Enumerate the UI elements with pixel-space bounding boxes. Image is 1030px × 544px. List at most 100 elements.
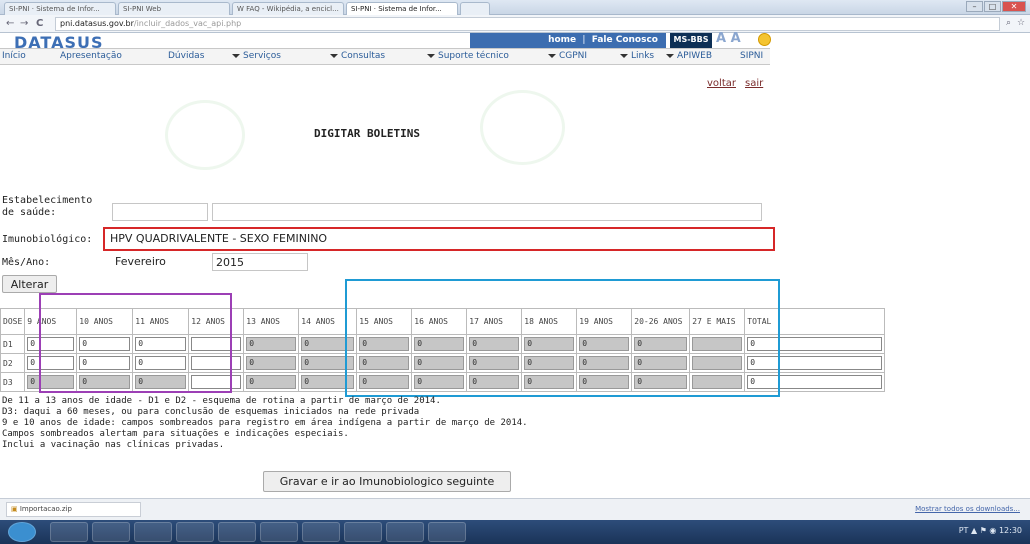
estab-code-field[interactable]: [112, 203, 208, 221]
estab-label-2: de saúde:: [2, 207, 57, 218]
highlight-purple-box: [39, 293, 232, 393]
estab-label: Estabelecimento: [2, 195, 93, 206]
url-path: /incluir_dados_vac_api.php: [133, 19, 242, 28]
menu-item-servicos[interactable]: Serviços: [232, 51, 281, 61]
url-host: pni.datasus.gov.br: [60, 19, 134, 28]
word-taskbar-icon[interactable]: [344, 522, 382, 542]
menu-item-inicio[interactable]: Início: [2, 51, 26, 61]
smiley-icon: [758, 33, 771, 46]
main-menu: Início Apresentação Dúvidas Serviços Con…: [0, 48, 770, 65]
note-line: De 11 a 13 anos de idade - D1 e D2 - esq…: [2, 396, 441, 406]
dose-count-input[interactable]: 0: [246, 375, 297, 389]
language-indicator[interactable]: PT: [959, 526, 969, 535]
explorer-taskbar-icon[interactable]: [92, 522, 130, 542]
dose-cell: 0: [243, 334, 300, 354]
reload-icon[interactable]: C: [36, 18, 43, 29]
window-controls: – □ ✕: [966, 1, 1026, 12]
month-field[interactable]: Fevereiro: [112, 253, 208, 271]
highlight-red-box: [103, 227, 775, 251]
maximize-icon[interactable]: □: [984, 1, 1001, 12]
minimize-icon[interactable]: –: [966, 1, 983, 12]
imuno-label: Imunobiológico:: [2, 234, 93, 245]
note-line: D3: daqui a 60 meses, ou para conclusão …: [2, 407, 420, 417]
address-bar-row: ← → C pni.datasus.gov.br/incluir_dados_v…: [0, 15, 1030, 33]
year-field[interactable]: 2015: [212, 253, 308, 271]
zoom-icon[interactable]: ⌕: [1006, 18, 1011, 28]
ms-bbs-button[interactable]: MS-BBS: [670, 33, 712, 48]
submit-next-button[interactable]: Gravar e ir ao Imunobiologico seguinte: [263, 471, 511, 492]
forward-arrow-icon[interactable]: →: [20, 18, 28, 29]
dropdown-arrow-icon: [620, 54, 628, 58]
home-link[interactable]: home: [548, 35, 576, 45]
app-taskbar-icon[interactable]: [386, 522, 424, 542]
watermark-shape: [165, 100, 245, 170]
menu-item-apiweb[interactable]: APIWEB: [666, 51, 712, 61]
close-icon[interactable]: ✕: [1002, 1, 1026, 12]
dose-cell: 0: [243, 353, 300, 373]
watermark-shape: [480, 90, 565, 165]
clock[interactable]: 12:30: [999, 526, 1022, 535]
dropdown-arrow-icon: [427, 54, 435, 58]
powerpoint-taskbar-icon[interactable]: [302, 522, 340, 542]
estab-name-field[interactable]: [212, 203, 762, 221]
dose-count-input[interactable]: 0: [246, 337, 297, 351]
menu-item-consultas[interactable]: Consultas: [330, 51, 385, 61]
menu-label: Links: [631, 51, 655, 61]
download-item[interactable]: ▣ Importacao.zip: [6, 502, 141, 517]
system-tray: PT ▲ ⚑ ◉ 12:30: [958, 526, 1022, 535]
browser-tab-active[interactable]: SI-PNI · Sistema de Infor...: [346, 2, 458, 15]
browser-tab[interactable]: SI-PNI · Sistema de Infor...: [4, 2, 116, 15]
menu-item-sipni[interactable]: SIPNI: [740, 51, 763, 61]
windows-taskbar: PT ▲ ⚑ ◉ 12:30: [0, 520, 1030, 544]
dose-cell: 0: [243, 372, 300, 392]
contact-link[interactable]: Fale Conosco: [592, 35, 658, 45]
exit-link[interactable]: sair: [745, 78, 763, 89]
column-header: DOSE: [0, 308, 26, 335]
zip-file-icon: ▣: [11, 505, 20, 513]
notes-block: De 11 a 13 anos de idade - D1 e D2 - esq…: [2, 396, 528, 451]
note-line: 9 e 10 anos de idade: campos sombreados …: [2, 418, 528, 428]
start-button-icon[interactable]: [8, 522, 36, 542]
back-arrow-icon[interactable]: ←: [6, 18, 14, 29]
dose-label: D3: [0, 372, 26, 392]
column-header: 13 ANOS: [243, 308, 300, 335]
menu-item-cgpni[interactable]: CGPNI: [548, 51, 587, 61]
show-all-downloads-link[interactable]: Mostrar todos os downloads...: [915, 505, 1020, 513]
menu-label: Consultas: [341, 51, 386, 61]
back-link[interactable]: voltar: [707, 78, 736, 89]
download-filename: Importacao.zip: [19, 505, 72, 513]
url-field[interactable]: pni.datasus.gov.br/incluir_dados_vac_api…: [55, 17, 1000, 31]
menu-item-links[interactable]: Links: [620, 51, 654, 61]
page-title: DIGITAR BOLETINS: [314, 127, 420, 140]
menu-item-duvidas[interactable]: Dúvidas: [168, 51, 204, 61]
menu-label: APIWEB: [677, 51, 712, 61]
media-taskbar-icon[interactable]: [134, 522, 172, 542]
dose-label: D2: [0, 353, 26, 373]
alterar-button[interactable]: Alterar: [2, 275, 57, 293]
bookmark-star-icon[interactable]: ☆: [1017, 18, 1025, 28]
menu-label: CGPNI: [559, 51, 588, 61]
menu-item-suporte[interactable]: Suporte técnico: [427, 51, 509, 61]
menu-label: Serviços: [243, 51, 281, 61]
excel-taskbar-icon[interactable]: [260, 522, 298, 542]
ie-taskbar-icon[interactable]: [50, 522, 88, 542]
top-nav: home | Fale Conosco: [470, 33, 666, 48]
browser-tab[interactable]: W FAQ - Wikipédia, a encicl...: [232, 2, 344, 15]
nav-separator: |: [582, 35, 586, 45]
app-taskbar-icon[interactable]: [218, 522, 256, 542]
browser-tab[interactable]: SI-PNI Web: [118, 2, 230, 15]
new-tab-button[interactable]: [460, 2, 490, 15]
menu-item-apresentacao[interactable]: Apresentação: [60, 51, 122, 61]
app-taskbar-icon[interactable]: [428, 522, 466, 542]
note-line: Inclui a vacinação nas clínicas privadas…: [2, 440, 225, 450]
note-line: Campos sombreados alertam para situações…: [2, 429, 349, 439]
dropdown-arrow-icon: [666, 54, 674, 58]
download-bar: ▣ Importacao.zip Mostrar todos os downlo…: [0, 498, 1030, 520]
chrome-taskbar-icon[interactable]: [176, 522, 214, 542]
mes-ano-label: Mês/Ano:: [2, 257, 51, 268]
dose-count-input[interactable]: 0: [246, 356, 297, 370]
dropdown-arrow-icon: [548, 54, 556, 58]
dropdown-arrow-icon: [330, 54, 338, 58]
font-size-control[interactable]: A A: [716, 31, 741, 46]
highlight-blue-box: [345, 279, 780, 397]
